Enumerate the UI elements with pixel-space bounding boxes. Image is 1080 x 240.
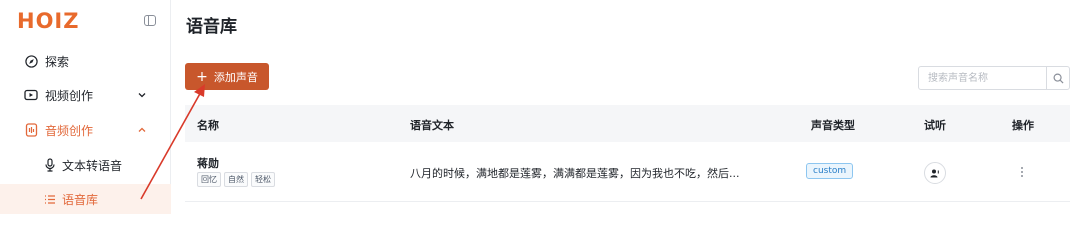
voice-text: 八月的时候，满地都是莲雾，满满都是莲雾，因为我也不吃，然后... xyxy=(410,167,740,180)
more-actions-icon[interactable] xyxy=(1019,164,1025,180)
speaker-person-icon xyxy=(930,169,939,177)
compass-icon xyxy=(24,54,38,68)
column-header-type: 声音类型 xyxy=(811,119,855,132)
table-row: 蒋勋 回忆 自然 轻松 八月的时候，满地都是莲雾，满满都是莲雾，因为我也不吃，然… xyxy=(185,142,1070,202)
voice-table: 名称 语音文本 声音类型 试听 操作 蒋勋 回忆 自然 轻松 八月的时候，满地都… xyxy=(185,105,1070,202)
sidebar-item-voice-library[interactable]: 语音库 xyxy=(0,184,171,214)
voice-tag: 回忆 xyxy=(197,172,221,187)
plus-icon: + xyxy=(196,68,208,85)
logo[interactable]: HOIZ xyxy=(17,9,79,33)
search-button[interactable] xyxy=(1046,67,1069,89)
sidebar: HOIZ 探索 视频创作 音频创作 文本转语音 语音库 xyxy=(0,0,171,214)
listen-button[interactable] xyxy=(924,162,946,184)
search-input[interactable] xyxy=(919,67,1046,89)
sidebar-item-audio[interactable]: 音频创作 xyxy=(0,115,171,145)
add-voice-label: 添加声音 xyxy=(213,70,258,84)
search-box xyxy=(918,66,1070,90)
voice-tag: 自然 xyxy=(224,172,248,187)
column-header-actions: 操作 xyxy=(1012,119,1034,132)
list-icon xyxy=(43,192,57,206)
sidebar-item-label: 视频创作 xyxy=(45,88,94,103)
sidebar-collapse-icon[interactable] xyxy=(144,15,156,26)
sidebar-item-label: 语音库 xyxy=(62,192,99,207)
audio-icon xyxy=(24,123,38,137)
table-header: 名称 语音文本 声音类型 试听 操作 xyxy=(185,105,1070,142)
sidebar-item-explore[interactable]: 探索 xyxy=(0,46,171,76)
search-icon xyxy=(1053,73,1064,84)
voice-tag: 轻松 xyxy=(251,172,275,187)
chevron-up-icon xyxy=(136,124,148,136)
column-header-name: 名称 xyxy=(197,119,219,132)
column-header-text: 语音文本 xyxy=(410,119,454,132)
add-voice-button[interactable]: + 添加声音 xyxy=(185,63,269,90)
chevron-down-icon xyxy=(136,89,148,101)
video-icon xyxy=(24,88,38,102)
sidebar-item-label: 文本转语音 xyxy=(62,158,123,173)
voice-name: 蒋勋 xyxy=(197,157,219,170)
page-title: 语音库 xyxy=(186,17,237,37)
voice-tags: 回忆 自然 轻松 xyxy=(197,172,275,187)
column-header-listen: 试听 xyxy=(924,119,946,132)
sidebar-item-label: 探索 xyxy=(45,54,70,69)
voice-type-badge: custom xyxy=(806,163,854,179)
sidebar-item-label: 音频创作 xyxy=(45,123,94,138)
logo-text: HOIZ xyxy=(17,9,80,33)
sidebar-item-tts[interactable]: 文本转语音 xyxy=(0,150,171,180)
sidebar-item-video[interactable]: 视频创作 xyxy=(0,80,171,110)
microphone-icon xyxy=(43,158,57,172)
